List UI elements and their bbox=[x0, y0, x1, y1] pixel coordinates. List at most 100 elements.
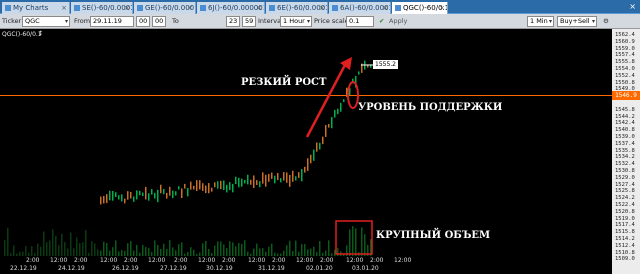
tab-6a[interactable]: 6A()-60/0.0001 × bbox=[329, 2, 391, 14]
volume-bar bbox=[367, 244, 369, 256]
to-min-input[interactable]: 59 bbox=[242, 16, 256, 27]
volume-bar bbox=[100, 250, 102, 256]
time-tick-label: 12:00 bbox=[100, 257, 118, 264]
candle bbox=[361, 63, 363, 73]
candle bbox=[304, 166, 306, 173]
candle bbox=[115, 192, 117, 197]
settings-icon[interactable]: ⚙ bbox=[603, 17, 609, 25]
volume-bar bbox=[271, 243, 273, 256]
candle bbox=[346, 87, 348, 97]
candle bbox=[289, 174, 291, 187]
volume-bar bbox=[88, 252, 90, 256]
period-select[interactable]: 1 Min bbox=[527, 16, 554, 27]
time-tick-label: 12:00 bbox=[394, 257, 412, 264]
volume-bar bbox=[85, 230, 87, 256]
volume-bar bbox=[244, 240, 246, 256]
candle bbox=[124, 198, 126, 204]
volume-bar bbox=[31, 246, 33, 256]
candle bbox=[313, 149, 315, 161]
close-icon[interactable]: × bbox=[61, 2, 67, 14]
price-tick-label: 1535.8 bbox=[615, 147, 635, 154]
tab-my-charts[interactable]: My Charts × bbox=[2, 2, 70, 14]
close-icon[interactable]: × bbox=[319, 2, 325, 14]
ticker-input[interactable]: QGC bbox=[22, 16, 70, 27]
volume-bar bbox=[109, 250, 111, 256]
volume-bar bbox=[352, 226, 354, 256]
close-icon[interactable]: × bbox=[187, 2, 193, 14]
candle bbox=[121, 194, 123, 202]
price-tick-label: 1560.9 bbox=[615, 38, 635, 45]
volume-bar bbox=[106, 243, 108, 256]
tab-ge[interactable]: GE()-60/0.0001 × bbox=[134, 2, 196, 14]
candle bbox=[319, 142, 321, 150]
time-tick-label: 12:00 bbox=[148, 257, 166, 264]
volume-bar bbox=[340, 251, 342, 256]
to-hour-input[interactable]: 23 bbox=[226, 16, 240, 27]
price-tick-label: 1555.8 bbox=[615, 59, 635, 66]
window-close-icon[interactable]: × bbox=[629, 2, 636, 11]
date-input[interactable]: 29.11.19 bbox=[90, 16, 134, 27]
candle bbox=[163, 189, 165, 195]
candle bbox=[190, 181, 192, 190]
volume-bar bbox=[214, 245, 216, 256]
candle bbox=[118, 195, 120, 200]
time-tick-label: 2:00 bbox=[124, 257, 138, 264]
chart-icon bbox=[332, 5, 338, 11]
price-tick-label: 1529.0 bbox=[615, 174, 635, 181]
candle bbox=[370, 64, 372, 68]
close-icon[interactable]: × bbox=[124, 2, 130, 14]
volume-bar bbox=[247, 251, 249, 256]
candle bbox=[262, 172, 264, 184]
candle bbox=[364, 60, 366, 70]
candle bbox=[154, 192, 156, 199]
candle bbox=[352, 78, 354, 84]
time-tick-label: 2:00 bbox=[222, 257, 236, 264]
chart-menu-icon[interactable]: ↕ bbox=[38, 30, 43, 37]
volume-bar bbox=[37, 243, 39, 256]
side-select[interactable]: Buy+Sell bbox=[557, 16, 597, 27]
price-tick-label: 1557.4 bbox=[615, 52, 635, 59]
time-tick-label: 12:00 bbox=[296, 257, 314, 264]
volume-bar bbox=[97, 249, 99, 256]
price-chart[interactable] bbox=[0, 0, 640, 274]
time-tick-label: 2:00 bbox=[74, 257, 88, 264]
price-scale-input[interactable]: 0.1 bbox=[346, 16, 374, 27]
price-tick-label: 1530.8 bbox=[615, 168, 635, 174]
candle bbox=[151, 188, 153, 195]
apply-button[interactable]: Apply bbox=[389, 17, 407, 25]
volume-bar bbox=[268, 246, 270, 256]
candle bbox=[274, 175, 276, 184]
volume-bar bbox=[94, 243, 96, 256]
interval-select[interactable]: 1 Hour bbox=[280, 16, 312, 27]
price-tick-label: 1544.2 bbox=[615, 113, 635, 120]
volume-bar bbox=[208, 248, 210, 256]
toolbar: Ticker QGC From 29.11.19 00 00 To 23 59 … bbox=[0, 14, 640, 29]
volume-bar bbox=[250, 253, 252, 256]
candle bbox=[133, 196, 135, 202]
close-icon[interactable]: × bbox=[382, 2, 388, 14]
candle bbox=[343, 99, 345, 103]
close-icon[interactable]: × bbox=[439, 2, 445, 14]
support-annotation: УРОВЕНЬ ПОДДЕРЖКИ bbox=[358, 102, 503, 113]
candle bbox=[157, 189, 159, 203]
volume-bar bbox=[160, 248, 162, 256]
tab-6j[interactable]: 6J()-60/0.000001 × bbox=[197, 2, 265, 14]
from-min-input[interactable]: 00 bbox=[152, 16, 166, 27]
from-hour-input[interactable]: 00 bbox=[136, 16, 150, 27]
candle bbox=[367, 64, 369, 68]
volume-bar bbox=[40, 246, 42, 256]
close-icon[interactable]: × bbox=[256, 2, 262, 14]
candle bbox=[127, 191, 129, 200]
price-tick-label: 1545.8 bbox=[615, 106, 635, 113]
tab-se[interactable]: SE()-60/0.0001 × bbox=[71, 2, 133, 14]
volume-bar bbox=[322, 252, 324, 256]
candle bbox=[202, 183, 204, 191]
chart-icon bbox=[395, 5, 401, 11]
price-tick-label: 1524.2 bbox=[615, 195, 635, 202]
from-label: From bbox=[74, 17, 91, 25]
apply-icon: ✔ bbox=[379, 17, 385, 25]
tab-6e[interactable]: 6E()-60/0.0001 × bbox=[266, 2, 328, 14]
volume-bar bbox=[187, 251, 189, 256]
candle bbox=[160, 184, 162, 194]
tab-qgc[interactable]: QGC()-60/0.1 × bbox=[392, 2, 448, 14]
